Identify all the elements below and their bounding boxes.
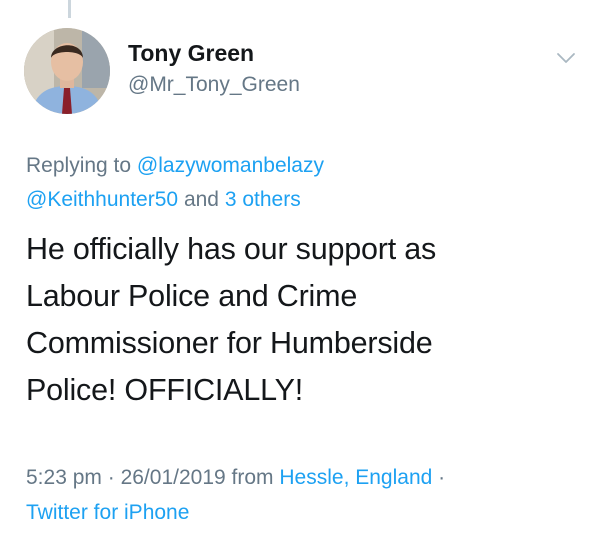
tweet-time[interactable]: 5:23 pm (26, 466, 102, 489)
tweet-date[interactable]: 26/01/2019 (121, 466, 226, 489)
avatar-image (24, 28, 110, 114)
tweet-text-line: He officially has our support as (26, 232, 437, 266)
location-link[interactable]: Hessle, England (279, 466, 432, 489)
chevron-down-icon[interactable] (554, 48, 578, 68)
others-link[interactable]: 3 others (225, 188, 301, 211)
tweet-text-line: Commissioner for Humberside (26, 326, 433, 360)
meta-separator: · (107, 466, 115, 489)
replying-to-label: Replying to (26, 154, 132, 177)
avatar[interactable] (24, 28, 110, 114)
tweet-text-line: Police! OFFICIALLY! (26, 373, 303, 407)
from-label: from (231, 466, 274, 489)
replying-to-line-continued: @Keithhunter50 and 3 others (26, 188, 586, 212)
tweet-source-line: Twitter for iPhone (26, 501, 586, 525)
tweet-text-line: Labour Police and Crime (26, 279, 358, 313)
mention-link[interactable]: @lazywomanbelazy (137, 154, 324, 177)
and-label: and (183, 188, 219, 211)
meta-separator: · (438, 466, 446, 489)
author-name[interactable]: Tony Green (128, 40, 254, 67)
author-handle[interactable]: @Mr_Tony_Green (128, 73, 300, 97)
mention-link[interactable]: @Keithhunter50 (26, 188, 178, 211)
replying-to-line: Replying to @lazywomanbelazy (26, 154, 586, 178)
tweet-text: He officially has our support as Labour … (26, 226, 586, 414)
source-link[interactable]: Twitter for iPhone (26, 501, 189, 524)
thread-connector-line (68, 0, 71, 18)
tweet-metadata: 5:23 pm · 26/01/2019 from Hessle, Englan… (26, 466, 586, 490)
